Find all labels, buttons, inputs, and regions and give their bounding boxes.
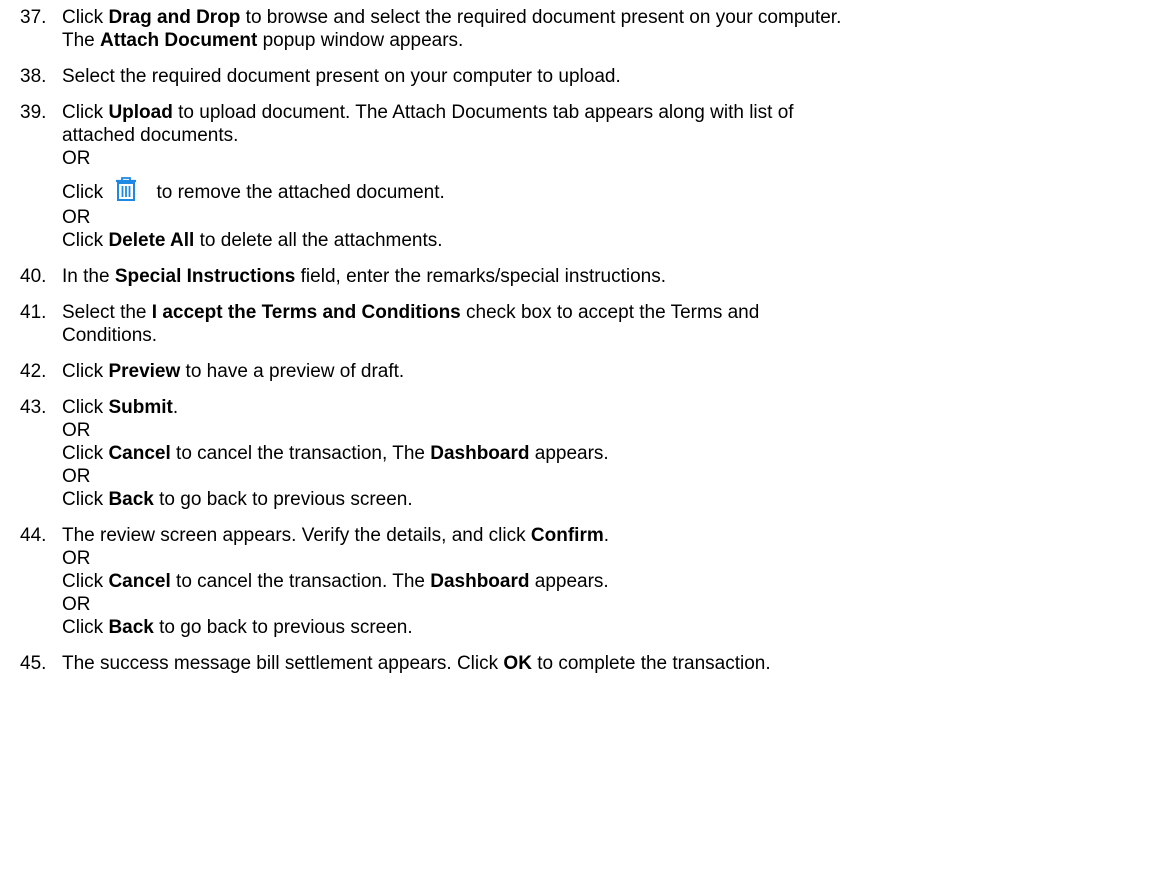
- bold-term: Submit: [108, 397, 173, 418]
- bold-term: Upload: [108, 102, 173, 123]
- text: Click: [62, 489, 109, 510]
- step-number: 44.: [20, 525, 47, 546]
- step-42: 42. Click Preview to have a preview of d…: [20, 360, 1160, 383]
- text: to go back to previous screen.: [153, 617, 413, 638]
- step-number: 42.: [20, 361, 47, 382]
- step-number: 38.: [20, 66, 47, 87]
- step-39: 39. Click Upload to upload document. The…: [20, 101, 1160, 252]
- step-number: 37.: [20, 7, 47, 28]
- step-number: 39.: [20, 102, 47, 123]
- text: Click: [62, 361, 109, 382]
- step-38: 38. Select the required document present…: [20, 65, 1160, 88]
- text: In the: [62, 266, 115, 287]
- step-line: The success message bill settlement appe…: [62, 652, 1160, 675]
- step-line: attached documents.: [62, 125, 239, 146]
- step-line: The review screen appears. Verify the de…: [62, 524, 1160, 547]
- step-line: Click Upload to upload document. The Att…: [62, 101, 1160, 124]
- bold-term: Dashboard: [430, 443, 530, 464]
- text: The: [62, 30, 101, 51]
- text: .: [172, 397, 179, 418]
- text: to cancel the transaction. The: [170, 571, 431, 592]
- step-number: 45.: [20, 653, 47, 674]
- step-44: 44. The review screen appears. Verify th…: [20, 524, 1160, 639]
- document-body: 37. Click Drag and Drop to browse and se…: [20, 0, 1160, 688]
- text: Click: [62, 230, 109, 251]
- step-line: Click Drag and Drop to browse and select…: [62, 6, 1160, 29]
- bold-term: Back: [108, 617, 154, 638]
- step-line: In the Special Instructions field, enter…: [62, 265, 1160, 288]
- text: to delete all the attachments.: [194, 230, 443, 251]
- bold-term: Preview: [108, 361, 181, 382]
- text: Click: [62, 182, 104, 203]
- text: to have a preview of draft.: [180, 361, 405, 382]
- step-line: The Attach Document popup window appears…: [62, 29, 1160, 52]
- step-list: 37. Click Drag and Drop to browse and se…: [20, 6, 1160, 675]
- step-line: Click Submit.: [62, 396, 1160, 419]
- step-number: 41.: [20, 302, 47, 323]
- step-number: 40.: [20, 266, 47, 287]
- text: check box to accept the Terms and: [460, 302, 760, 323]
- text: Click: [62, 7, 109, 28]
- text: to remove the attached document.: [151, 182, 445, 203]
- text: The success message bill settlement appe…: [62, 653, 504, 674]
- step-line: Click Cancel to cancel the transaction. …: [62, 570, 1160, 593]
- bold-term: OK: [503, 653, 532, 674]
- step-45: 45. The success message bill settlement …: [20, 652, 1160, 675]
- text: popup window appears.: [257, 30, 464, 51]
- bold-term: Attach Document: [100, 30, 258, 51]
- text: Click: [62, 102, 109, 123]
- text: Click: [62, 443, 109, 464]
- text: appears.: [529, 443, 609, 464]
- text: The review screen appears. Verify the de…: [62, 525, 531, 546]
- text: Click: [62, 571, 109, 592]
- or-text: OR: [62, 594, 91, 615]
- text: to browse and select the required docume…: [240, 7, 842, 28]
- step-37: 37. Click Drag and Drop to browse and se…: [20, 6, 1160, 52]
- text: Select the: [62, 302, 152, 323]
- step-number: 43.: [20, 397, 47, 418]
- bold-term: Dashboard: [430, 571, 530, 592]
- or-text: OR: [62, 148, 91, 169]
- text: to complete the transaction.: [531, 653, 771, 674]
- text: Select the required document present on …: [62, 66, 621, 87]
- step-line: Click to remove the attached document.: [62, 176, 1160, 206]
- step-line: Select the I accept the Terms and Condit…: [62, 301, 1160, 324]
- step-line: Select the required document present on …: [62, 65, 1160, 88]
- text: to go back to previous screen.: [153, 489, 413, 510]
- step-line: Click Preview to have a preview of draft…: [62, 360, 1160, 383]
- step-line: Click Cancel to cancel the transaction, …: [62, 442, 1160, 465]
- step-line: Click Back to go back to previous screen…: [62, 616, 1160, 639]
- text: Click: [62, 617, 109, 638]
- or-text: OR: [62, 466, 91, 487]
- text: appears.: [529, 571, 609, 592]
- bold-term: Back: [108, 489, 154, 510]
- bold-term: Confirm: [530, 525, 604, 546]
- bold-term: I accept the Terms and Conditions: [151, 302, 461, 323]
- bold-term: Delete All: [108, 230, 195, 251]
- or-text: OR: [62, 548, 91, 569]
- step-40: 40. In the Special Instructions field, e…: [20, 265, 1160, 288]
- text: to upload document. The Attach Documents…: [172, 102, 794, 123]
- step-line: Conditions.: [62, 325, 158, 346]
- trash-icon: [116, 177, 137, 201]
- bold-term: Cancel: [108, 443, 171, 464]
- step-41: 41. Select the I accept the Terms and Co…: [20, 301, 1160, 347]
- bold-term: Drag and Drop: [108, 7, 241, 28]
- text: field, enter the remarks/special instruc…: [295, 266, 667, 287]
- step-line: Click Back to go back to previous screen…: [62, 488, 1160, 511]
- text: to cancel the transaction, The: [170, 443, 431, 464]
- text: .: [603, 525, 610, 546]
- step-43: 43. Click Submit. OR Click Cancel to can…: [20, 396, 1160, 511]
- bold-term: Special Instructions: [114, 266, 296, 287]
- bold-term: Cancel: [108, 571, 171, 592]
- text: Click: [62, 397, 109, 418]
- or-text: OR: [62, 207, 91, 228]
- or-text: OR: [62, 420, 91, 441]
- step-line: Click Delete All to delete all the attac…: [62, 229, 1160, 252]
